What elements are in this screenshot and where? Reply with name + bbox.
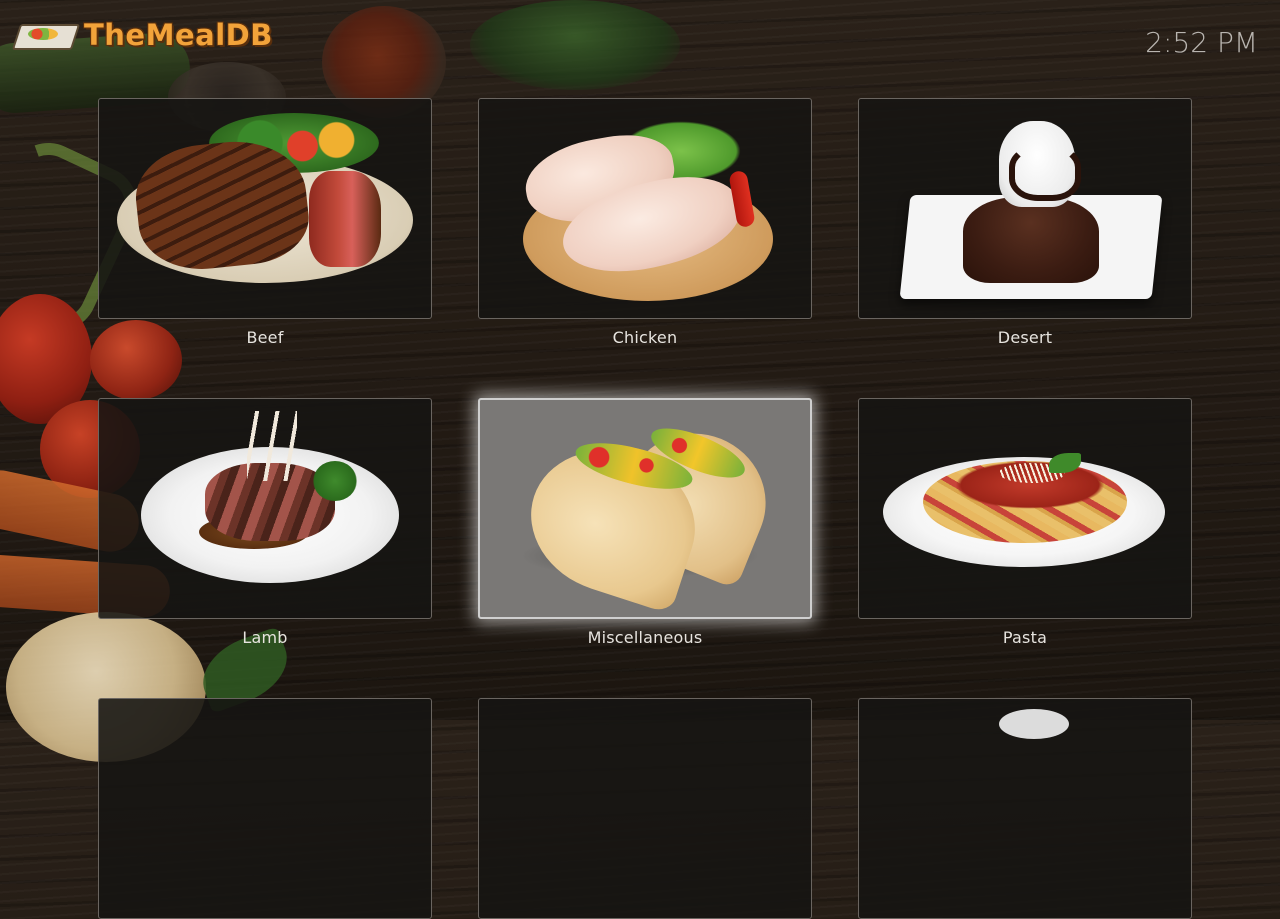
category-tile-desert[interactable] — [858, 98, 1192, 319]
category-tile-miscellaneous[interactable] — [478, 398, 812, 619]
category-label[interactable]: Chicken — [478, 328, 812, 347]
category-tile[interactable] — [478, 698, 812, 919]
category-tile-chicken[interactable] — [478, 98, 812, 319]
category-tile[interactable] — [98, 698, 432, 919]
category-label[interactable]: Lamb — [98, 628, 432, 647]
category-tile-beef[interactable] — [98, 98, 432, 319]
background-tomato — [0, 294, 92, 424]
category-label[interactable]: Miscellaneous — [478, 628, 812, 647]
background-herbs — [470, 0, 680, 90]
category-label[interactable]: Pasta — [858, 628, 1192, 647]
category-tile-lamb[interactable] — [98, 398, 432, 619]
category-label[interactable]: Beef — [98, 328, 432, 347]
herb-garnish-image — [313, 461, 357, 501]
food-plate-icon — [14, 18, 76, 52]
steak-slice-image — [309, 171, 381, 267]
category-tile[interactable] — [858, 698, 1192, 919]
chocolate-cake-image — [963, 197, 1099, 283]
app-logo-text: TheMealDB — [84, 18, 273, 52]
chocolate-drizzle-image — [1009, 145, 1081, 201]
category-tile-pasta[interactable] — [858, 398, 1192, 619]
app-logo: TheMealDB — [14, 18, 273, 52]
category-label[interactable]: Desert — [858, 328, 1192, 347]
rib-bones-image — [247, 411, 297, 481]
bowl-image — [999, 709, 1069, 739]
clock: 2:52 PM — [1145, 26, 1258, 59]
